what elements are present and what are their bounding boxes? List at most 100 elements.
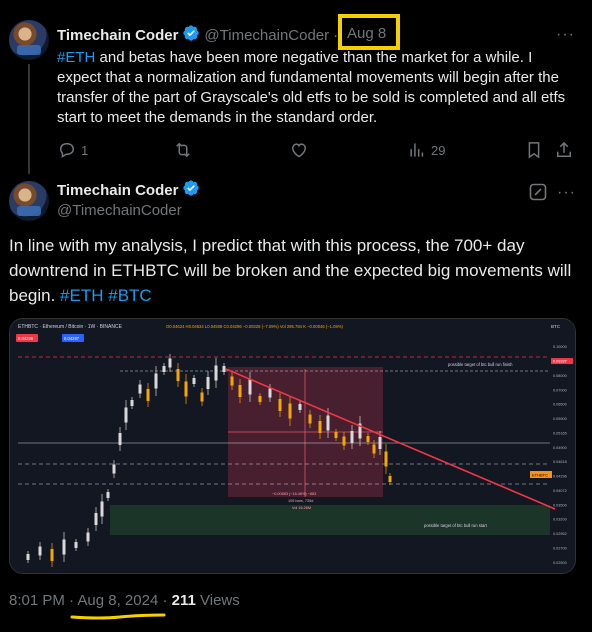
candle-body — [168, 358, 172, 368]
price-badge-buy: 0.04297 — [64, 336, 80, 341]
candle-body — [100, 501, 104, 517]
annotation-top: possible target of btc bull run finish — [448, 362, 513, 367]
more-options-icon[interactable]: ··· — [557, 184, 576, 202]
tweet-body-text: and betas have been more negative than t… — [57, 49, 566, 126]
axis-tick-label: 0.04296 — [553, 475, 567, 479]
candle-body — [50, 549, 54, 561]
analytics-icon — [410, 143, 424, 157]
reply-icon — [59, 143, 75, 159]
candle-body — [118, 433, 122, 445]
views-count[interactable]: 211 — [172, 592, 196, 609]
candle-body — [288, 403, 292, 419]
verified-badge-icon — [182, 24, 200, 47]
candle-body — [318, 421, 322, 433]
axis-tick-label: 0.03500 — [553, 503, 567, 507]
candle-body — [26, 554, 30, 560]
views-label: Views — [200, 592, 240, 609]
reply-tweet-text: #ETH and betas have been more negative t… — [57, 48, 577, 128]
bookmark-button[interactable] — [524, 140, 544, 160]
highlighted-tweet-date[interactable]: Aug 8 — [338, 14, 400, 50]
axis-tick-label: 0.05900 — [553, 417, 567, 421]
candle-body — [378, 437, 382, 449]
author-handle[interactable]: @TimechainCoder — [57, 202, 200, 219]
candle-body — [206, 377, 210, 389]
views-button[interactable]: 29 — [407, 140, 445, 160]
heart-icon — [291, 143, 307, 158]
axis-tick-label: 0.02500 — [553, 561, 567, 565]
main-tweet-text: In line with my analysis, I predict that… — [9, 233, 579, 308]
author-handle[interactable]: @TimechainCoder — [204, 27, 329, 44]
hashtag-link[interactable]: #ETH — [60, 286, 103, 305]
retweet-icon — [176, 142, 190, 158]
candle-body — [388, 476, 392, 482]
axis-tick-label: 0.04618 — [553, 460, 567, 464]
candle-body — [248, 379, 252, 395]
axis-tick-label: 0.02700 — [553, 546, 567, 550]
candle-body — [86, 532, 90, 542]
share-icon — [557, 141, 571, 157]
candle-body — [214, 365, 218, 381]
axis-tick-label: 0.10000 — [553, 345, 567, 349]
axis-tick-label: 0.05165 — [553, 431, 567, 435]
views-count: 29 — [431, 142, 446, 158]
candle-body — [154, 373, 158, 389]
reply-button[interactable]: 1 — [57, 140, 88, 160]
reply-count: 1 — [81, 142, 89, 158]
more-options-icon[interactable]: ··· — [556, 26, 578, 43]
candle-body — [184, 381, 188, 397]
price-badge-sell: 0.04296 — [18, 336, 34, 341]
avatar[interactable] — [9, 181, 49, 221]
author-name[interactable]: Timechain Coder — [57, 27, 178, 44]
tweet-timestamp-row: 8:01 PM · Aug 8, 2024 · 211 Views — [9, 592, 240, 612]
axis-tick-label: 0.03200 — [553, 518, 567, 522]
axis-tick-label: 0.09337 — [553, 360, 567, 364]
candle-body — [176, 369, 180, 381]
candle-body — [38, 546, 42, 556]
verified-badge-icon — [182, 179, 200, 202]
chart-ohlc-header: O0.04624 H0.04634 L0.04508 C0.04296 −0.0… — [166, 324, 344, 329]
date-underline-annotation — [70, 613, 166, 620]
retweet-button[interactable] — [173, 140, 197, 160]
tweet-date[interactable]: Aug 8 — [347, 25, 386, 42]
thread-connector-line — [28, 64, 30, 174]
candle-body — [74, 542, 78, 548]
author-name[interactable]: Timechain Coder — [57, 182, 178, 199]
candle-body — [238, 385, 242, 397]
avatar[interactable] — [9, 20, 49, 60]
tweet-time[interactable]: 8:01 PM — [9, 592, 65, 609]
candle-body — [366, 436, 370, 442]
grok-icon[interactable] — [528, 182, 548, 202]
candle-body — [112, 464, 116, 474]
chart-currency-label: BTC — [551, 324, 561, 329]
separator-dot: · — [162, 592, 168, 609]
candle-body — [130, 400, 134, 406]
candle-body — [62, 539, 66, 555]
axis-tick-label: 0.06500 — [553, 403, 567, 407]
chart-symbol-header: ETHBTC · Ethereum / Bitcoin · 1W · BINAN… — [18, 324, 123, 330]
tweet-action-bar: 1 29 — [57, 140, 577, 160]
axis-tick-label: 0.04072 — [553, 489, 567, 493]
axis-tick-label: 0.07000 — [553, 388, 567, 392]
candle-body — [106, 492, 110, 498]
measure-text: 105 bars, 735d — [288, 499, 313, 503]
tweet-date[interactable]: Aug 8, 2024 — [77, 592, 158, 609]
measure-text: Vol 16.26M — [292, 506, 311, 510]
like-button[interactable] — [289, 140, 313, 160]
ethbtc-price-tag: ETHBTC — [532, 473, 548, 478]
separator-dot: · — [69, 592, 75, 609]
candle-body — [146, 389, 150, 401]
hashtag-link[interactable]: #BTC — [108, 286, 151, 305]
candle-body — [230, 376, 234, 386]
reply-tweet[interactable]: Timechain Coder @TimechainCoder · Aug 8 … — [0, 0, 592, 175]
hashtag-link[interactable]: #ETH — [57, 49, 95, 66]
share-button[interactable] — [554, 140, 574, 160]
tweet-media-chart[interactable]: ETHBTC · Ethereum / Bitcoin · 1W · BINAN… — [9, 318, 576, 574]
candle-body — [326, 415, 330, 431]
candle-body — [298, 404, 302, 410]
candle-body — [372, 444, 376, 454]
candle-body — [308, 414, 312, 424]
candle-body — [94, 513, 98, 525]
candle-body — [192, 378, 196, 384]
bookmark-icon — [528, 142, 540, 159]
annotation-bottom: possible target of btc bull run start — [424, 523, 488, 528]
